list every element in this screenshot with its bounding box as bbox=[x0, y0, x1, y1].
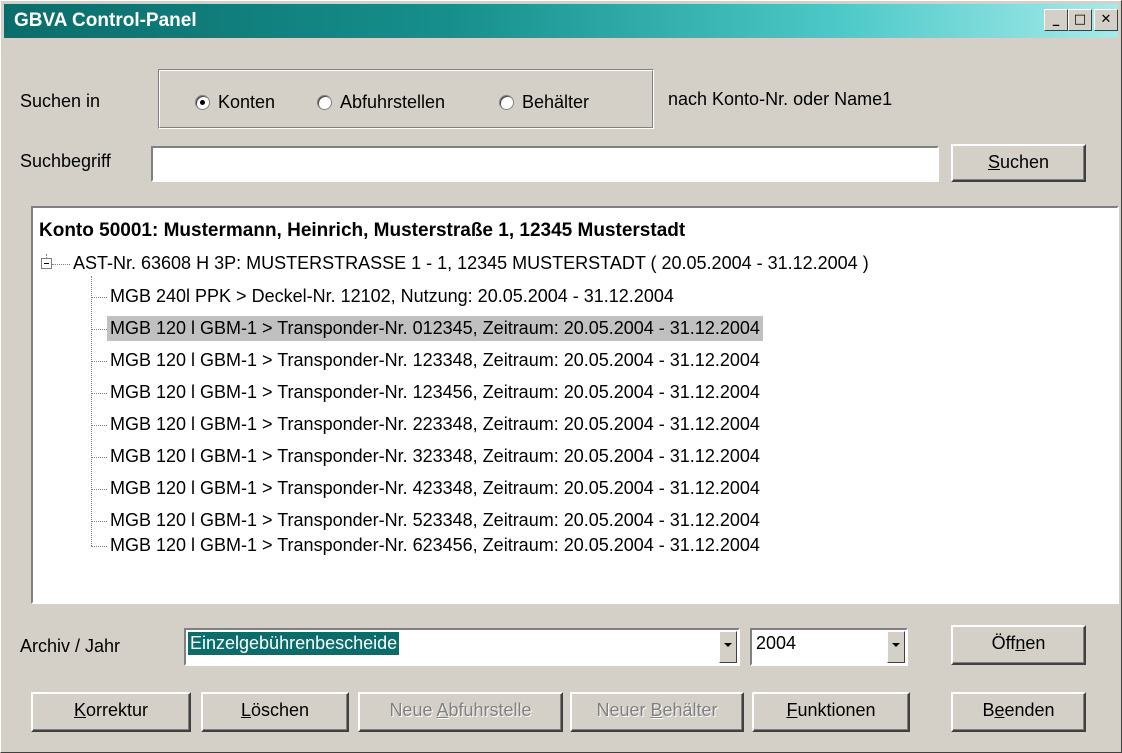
open-button-label: Öffnen bbox=[991, 633, 1046, 653]
window-title: GBVA Control-Panel bbox=[14, 10, 197, 31]
radio-behaelter[interactable]: Behälter bbox=[499, 92, 589, 113]
tree-item[interactable]: MGB 120 l GBM-1 > Transponder-Nr. 423348… bbox=[110, 478, 760, 499]
close-button[interactable]: ✕ bbox=[1094, 9, 1118, 31]
new-behaelter-button[interactable]: Neuer Behälter bbox=[570, 692, 744, 732]
delete-button[interactable]: Löschen bbox=[201, 692, 349, 732]
chevron-down-icon[interactable] bbox=[719, 631, 737, 663]
search-term-label: Suchbegriff bbox=[20, 151, 111, 171]
new-abfuhrstelle-button[interactable]: Neue Abfuhrstelle bbox=[358, 692, 563, 732]
collapse-icon[interactable] bbox=[41, 258, 52, 269]
search-scope-group: Konten Abfuhrstellen Behälter bbox=[158, 69, 654, 129]
tree-item[interactable]: MGB 120 l GBM-1 > Transponder-Nr. 223348… bbox=[110, 414, 760, 435]
search-button-label: Suchen bbox=[987, 152, 1050, 172]
exit-button-label: Beenden bbox=[982, 700, 1055, 720]
year-select[interactable]: 2004 bbox=[750, 628, 908, 666]
radio-abfuhrstellen-indicator[interactable] bbox=[317, 95, 332, 110]
archive-select-value: Einzelgebührenbescheide bbox=[188, 632, 400, 655]
functions-button[interactable]: Funktionen bbox=[752, 692, 910, 732]
main-window: GBVA Control-Panel _ □ ✕ Suchen in Konte… bbox=[0, 0, 1122, 753]
tree-item[interactable]: MGB 120 l GBM-1 > Transponder-Nr. 523348… bbox=[110, 510, 760, 531]
radio-abfuhrstellen[interactable]: Abfuhrstellen bbox=[317, 92, 445, 113]
title-bar[interactable]: GBVA Control-Panel _ □ ✕ bbox=[4, 4, 1118, 38]
tree-item[interactable]: MGB 120 l GBM-1 > Transponder-Nr. 123456… bbox=[110, 382, 760, 403]
tree-item[interactable]: MGB 120 l GBM-1 > Transponder-Nr. 323348… bbox=[110, 446, 760, 467]
exit-button[interactable]: Beenden bbox=[951, 692, 1086, 732]
search-button[interactable]: Suchen bbox=[951, 144, 1086, 182]
radio-behaelter-label: Behälter bbox=[522, 92, 590, 112]
delete-button-label: Löschen bbox=[240, 700, 310, 720]
chevron-down-icon[interactable] bbox=[887, 631, 905, 663]
maximize-button[interactable]: □ bbox=[1068, 9, 1092, 31]
new-behaelter-button-label: Neuer Behälter bbox=[596, 700, 718, 720]
search-input[interactable] bbox=[151, 146, 939, 182]
open-button[interactable]: Öffnen bbox=[951, 625, 1086, 665]
account-tree[interactable]: Konto 50001: Mustermann, Heinrich, Muste… bbox=[31, 206, 1119, 604]
year-select-value: 2004 bbox=[756, 633, 797, 653]
new-abfuhrstelle-button-label: Neue Abfuhrstelle bbox=[389, 700, 532, 720]
search-in-label: Suchen in bbox=[20, 91, 101, 111]
korrektur-button[interactable]: Korrektur bbox=[31, 692, 191, 732]
minimize-button[interactable]: _ bbox=[1044, 9, 1068, 31]
tree-root-account[interactable]: Konto 50001: Mustermann, Heinrich, Muste… bbox=[39, 220, 685, 242]
archive-year-label: Archiv / Jahr bbox=[20, 636, 121, 656]
tree-item-selected[interactable]: MGB 120 l GBM-1 > Transponder-Nr. 012345… bbox=[107, 316, 763, 341]
radio-konten[interactable]: Konten bbox=[195, 92, 275, 113]
tree-item[interactable]: MGB 120 l GBM-1 > Transponder-Nr. 123348… bbox=[110, 350, 760, 371]
korrektur-button-label: Korrektur bbox=[73, 700, 149, 720]
search-hint: nach Konto-Nr. oder Name1 bbox=[668, 89, 893, 109]
functions-button-label: Funktionen bbox=[786, 700, 876, 720]
archive-select[interactable]: Einzelgebührenbescheide bbox=[184, 628, 740, 666]
radio-konten-label: Konten bbox=[218, 92, 276, 112]
tree-item[interactable]: MGB 240l PPK > Deckel-Nr. 12102, Nutzung… bbox=[110, 286, 674, 307]
radio-konten-indicator[interactable] bbox=[195, 95, 210, 110]
radio-abfuhrstellen-label: Abfuhrstellen bbox=[340, 92, 446, 112]
tree-node-ast[interactable]: AST-Nr. 63608 H 3P: MUSTERSTRASSE 1 - 1,… bbox=[73, 253, 869, 274]
radio-behaelter-indicator[interactable] bbox=[499, 95, 514, 110]
tree-item[interactable]: MGB 120 l GBM-1 > Transponder-Nr. 623456… bbox=[110, 535, 760, 556]
